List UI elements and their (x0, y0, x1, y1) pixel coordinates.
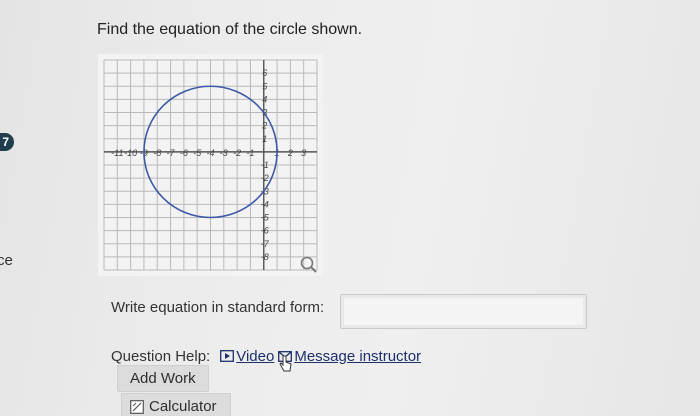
add-work-label: Add Work (130, 370, 196, 387)
x-tick-label: -1 (246, 148, 254, 158)
y-tick-label: 4 (262, 94, 267, 104)
question-number-badge[interactable]: 7 (0, 133, 14, 151)
answer-input[interactable] (340, 294, 587, 329)
x-tick-label: -4 (206, 148, 214, 158)
calculator-button[interactable]: Calculator (121, 393, 231, 416)
calculator-label: Calculator (149, 398, 217, 415)
y-tick-label: -5 (261, 213, 270, 223)
message-instructor-link[interactable]: Message instructor (278, 348, 421, 365)
question-title: Find the equation of the circle shown. (97, 21, 363, 38)
video-link[interactable]: Video (220, 348, 274, 365)
hand-pointer-icon (279, 355, 292, 372)
x-tick-label: 3 (301, 148, 306, 158)
x-tick-label: -10 (124, 148, 137, 158)
x-tick-label: -3 (220, 148, 228, 158)
answer-label: Write equation in standard form: (111, 299, 325, 316)
x-tick-label: -6 (180, 148, 188, 158)
x-tick-label: -7 (167, 148, 176, 158)
magnify-icon[interactable] (299, 255, 319, 275)
x-tick-label: 2 (287, 148, 293, 158)
circle-graph: -11 -10 -9 -8 -7 -6 -5 -4 -3 -2 -1 1 2 3 6 5 4 3 2 1 -1 -2 -3-… (98, 54, 323, 276)
play-icon (220, 350, 235, 362)
y-tick-label: -7 (261, 239, 270, 249)
y-tick-label: -1 (261, 160, 269, 170)
x-tick-label: -2 (233, 148, 241, 158)
video-link-label: Video (236, 347, 275, 365)
x-tick-label: -5 (193, 148, 202, 158)
y-tick-label: -2 (261, 173, 269, 183)
y-tick-label: 1 (262, 134, 267, 144)
y-tick-label: -8 (261, 252, 269, 262)
question-help-label: Question Help: (111, 347, 211, 365)
graph-svg: -11 -10 -9 -8 -7 -6 -5 -4 -3 -2 -1 1 2 3654321-1-2-3-… (98, 54, 323, 276)
y-tick-label: -6 (261, 226, 269, 236)
add-work-button[interactable]: Add Work (117, 365, 209, 392)
message-instructor-label: Message instructor (294, 347, 422, 365)
question-help-row: Question Help: Video Message instructor (111, 346, 421, 366)
y-tick-label: -4 (261, 199, 269, 209)
question-number: 7 (2, 135, 9, 149)
x-tick-label: -11 (111, 148, 123, 158)
y-tick-label: 6 (262, 68, 267, 78)
calculator-icon (130, 399, 144, 414)
x-tick-label: -8 (153, 148, 161, 158)
side-nav-text: ce (0, 252, 13, 269)
y-tick-label: 2 (261, 121, 267, 131)
